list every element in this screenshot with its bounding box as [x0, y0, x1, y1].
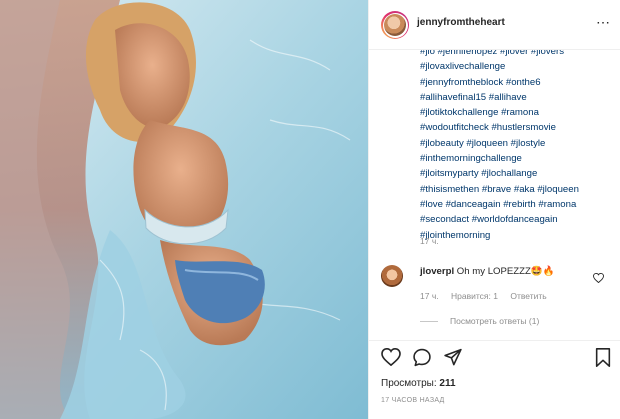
post-sidebar: jennyfromtheheart ⋯ #jlo #jenniferlopez … [368, 0, 620, 419]
views-label: Просмотры: [381, 378, 437, 389]
hashtag-line[interactable]: #secondact #worldofdanceagain [420, 212, 615, 227]
avatar-image [384, 14, 406, 36]
hashtag-line[interactable]: #jennyfromtheblock #onthe6 [420, 75, 615, 90]
hashtag-line[interactable]: #jlotiktokchallenge #ramona [420, 105, 615, 120]
post-photo[interactable] [0, 0, 368, 419]
heart-icon[interactable] [381, 347, 401, 371]
hashtag-line[interactable]: #thisismethen #brave #aka #jloqueen [420, 182, 615, 197]
hashtag-list: #jlo #jenniferlopez #jlover #jlovers #jlo… [420, 50, 615, 243]
view-replies-button[interactable]: Посмотреть ответы (1) [420, 316, 539, 326]
hashtag-line[interactable]: #jloitsmyparty #jlochallange [420, 166, 615, 181]
post-header: jennyfromtheheart ⋯ [369, 0, 620, 50]
hashtag-line[interactable]: #love #danceagain #rebirth #ramona [420, 197, 615, 212]
hashtag-line[interactable]: #wodoutfitcheck #hustlersmovie [420, 120, 615, 135]
comment-time[interactable]: 17 ч. [420, 291, 439, 301]
hashtag-line[interactable]: #jlobeauty #jloqueen #jlostyle [420, 136, 615, 151]
more-options-icon[interactable]: ⋯ [596, 14, 610, 31]
views-count[interactable]: Просмотры: 211 [381, 378, 456, 389]
comment-likes[interactable]: Нравится: 1 [451, 291, 498, 301]
caption-timestamp[interactable]: 17 ч. [420, 236, 439, 246]
views-number: 211 [439, 378, 456, 389]
hashtag-line[interactable]: #jlointhemorning [420, 228, 615, 243]
hashtag-line[interactable]: #inthemorningchallenge [420, 151, 615, 166]
send-icon[interactable] [443, 348, 463, 372]
comment-meta: 17 ч. Нравится: 1 Ответить [420, 291, 557, 301]
comment-username[interactable]: jloverpl [420, 266, 454, 277]
comment-avatar[interactable] [381, 265, 403, 287]
hashtag-line[interactable]: #jlo #jenniferlopez #jlover #jlovers [420, 50, 615, 59]
photo-illustration [0, 0, 368, 419]
comment-text: Oh my LOPEZZZ🤩🔥 [456, 266, 555, 277]
view-replies-label: Посмотреть ответы (1) [450, 316, 540, 326]
avatar[interactable] [381, 11, 409, 39]
comment-reply-button[interactable]: Ответить [510, 291, 546, 301]
username-link[interactable]: jennyfromtheheart [417, 17, 505, 28]
comment: jloverpl Oh my LOPEZZZ🤩🔥 [420, 266, 555, 277]
actions-divider [369, 340, 620, 341]
replies-divider-line [420, 320, 438, 322]
bookmark-icon[interactable] [595, 348, 611, 372]
hashtag-line[interactable]: #allihavefinal15 #allihave [420, 90, 615, 105]
post-timestamp[interactable]: 17 ЧАСОВ НАЗАД [381, 397, 445, 404]
comment-like-icon[interactable] [593, 270, 604, 288]
avatar-border [382, 12, 408, 38]
action-bar [369, 347, 620, 374]
comment-icon[interactable] [412, 348, 432, 372]
hashtag-line[interactable]: #jlovaxlivechallenge [420, 59, 615, 74]
caption: #jlo #jenniferlopez #jlover #jlovers #jlo… [369, 50, 620, 257]
